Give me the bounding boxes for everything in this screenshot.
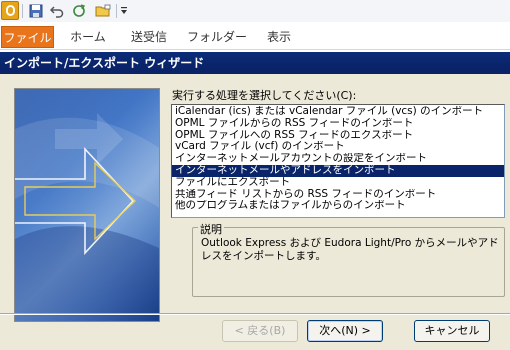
action-listbox[interactable]: iCalendar (ics) または vCalendar ファイル (vcs)… [171,104,505,218]
description-text: Outlook Express および Eudora Light/Pro からメ… [201,237,499,262]
wizard-title: インポート/エクスポート ウィザード [0,52,510,74]
tab-send-receive[interactable]: 送受信 [123,26,175,48]
tab-home[interactable]: ホーム [64,26,112,48]
divider [0,313,510,315]
list-item-selected[interactable]: インターネットメールやアドレスをインポート [172,164,504,177]
cancel-button[interactable]: キャンセル [414,320,490,342]
list-item[interactable]: インターネットメールアカウントの設定をインポート [172,153,504,165]
toolbar-separator [22,4,23,18]
description-label: 説明 [198,221,224,237]
folder-icon[interactable] [93,2,113,20]
wizard-illustration [14,88,160,322]
quick-access-toolbar [0,0,510,22]
next-button[interactable]: 次へ(N) > [307,320,383,342]
wizard-dialog: 実行する処理を選択してください(C): iCalendar (ics) または … [0,74,510,350]
back-button[interactable]: < 戻る(B) [222,320,298,342]
undo-icon[interactable] [48,2,66,20]
list-item[interactable]: OPML ファイルからの RSS フィードのインポート [172,118,504,130]
customize-dropdown-icon[interactable] [118,2,130,20]
list-item[interactable]: OPML ファイルへの RSS フィードのエクスポート [172,130,504,142]
toolbar-separator [116,4,117,18]
list-item[interactable]: ファイルにエクスポート [172,177,504,189]
office-logo-icon[interactable] [1,1,19,20]
save-icon[interactable] [27,2,45,20]
tab-file[interactable]: ファイル [1,26,54,48]
list-item[interactable]: 他のプログラムまたはファイルからのインポート [172,200,504,212]
list-item[interactable]: iCalendar (ics) または vCalendar ファイル (vcs)… [172,106,504,118]
tab-view[interactable]: 表示 [259,26,299,48]
list-item[interactable]: vCard ファイル (vcf) のインポート [172,141,504,153]
tab-folder[interactable]: フォルダー [185,26,249,48]
ribbon-tab-bar: ファイル ホーム 送受信 フォルダー 表示 [0,22,510,50]
list-item[interactable]: 共通フィード リストからの RSS フィードのインポート [172,189,504,201]
action-prompt-label: 実行する処理を選択してください(C): [172,89,357,102]
recycle-icon[interactable] [70,2,88,20]
